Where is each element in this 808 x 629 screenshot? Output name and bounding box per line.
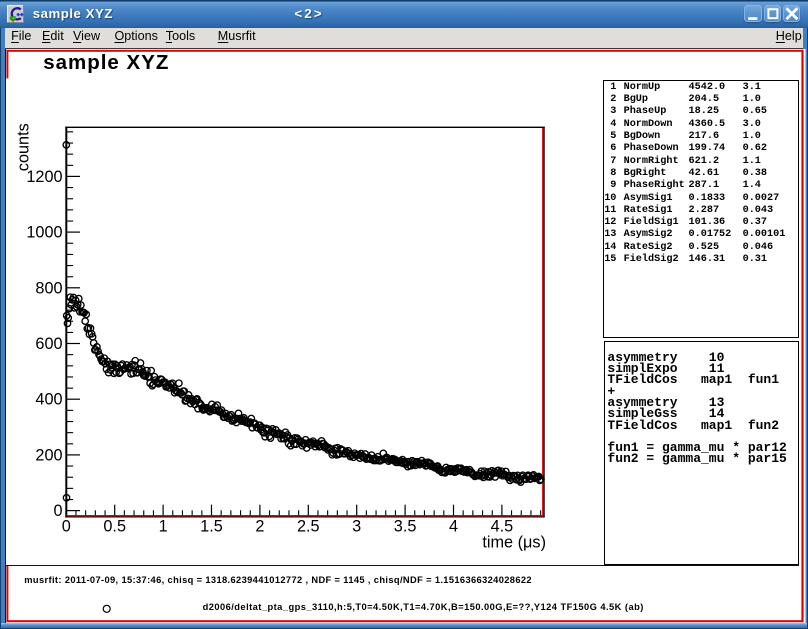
svg-text:counts: counts <box>14 123 32 171</box>
svg-text:600: 600 <box>35 335 62 353</box>
svg-text:200: 200 <box>35 446 62 464</box>
svg-text:3: 3 <box>352 517 361 535</box>
svg-text:3.5: 3.5 <box>394 517 417 535</box>
svg-text:1: 1 <box>158 517 167 535</box>
svg-text:2.5: 2.5 <box>297 517 320 535</box>
svg-text:4: 4 <box>449 517 458 535</box>
svg-text:0.5: 0.5 <box>103 517 126 535</box>
svg-text:400: 400 <box>35 390 62 408</box>
svg-text:time (μs): time (μs) <box>482 533 546 551</box>
svg-text:0: 0 <box>62 517 71 535</box>
svg-text:1000: 1000 <box>26 223 62 241</box>
svg-text:800: 800 <box>35 279 62 297</box>
svg-text:2: 2 <box>255 517 264 535</box>
svg-text:1.5: 1.5 <box>200 517 223 535</box>
